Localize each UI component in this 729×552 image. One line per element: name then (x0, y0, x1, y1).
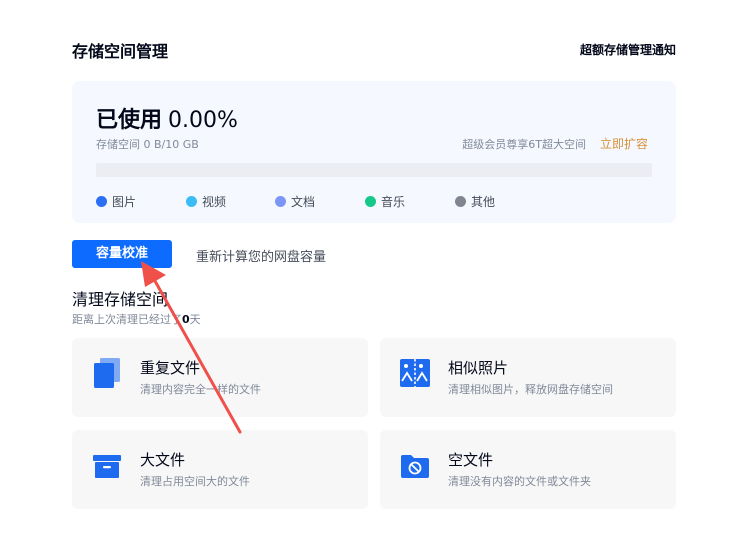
legend-label: 其他 (471, 195, 496, 209)
header: 存储空间管理 超额存储管理通知 (72, 38, 676, 61)
empty-folder-icon (401, 455, 429, 478)
legend-dot-videos (186, 196, 197, 207)
tool-desc: 清理内容完全一样的文件 (140, 383, 261, 396)
expand-storage-link[interactable]: 立即扩容 (600, 135, 648, 152)
legend-dot-other (455, 196, 466, 207)
similar-photos-icon (400, 359, 430, 387)
large-file-box-icon (93, 455, 121, 478)
calibrate-description: 重新计算您的网盘容量 (196, 250, 327, 265)
clean-section-subtitle: 距离上次清理已经过了0天 (72, 311, 201, 327)
empty-files-card[interactable]: 空文件 清理没有内容的文件或文件夹 (380, 430, 676, 509)
usage-title: 已使用 0.00% (96, 102, 238, 134)
tool-title: 空文件 (448, 451, 494, 469)
used-label: 已使用 (96, 108, 163, 133)
legend-item-videos: 视频 (186, 193, 226, 210)
legend-item-images: 图片 (96, 193, 136, 210)
tool-title: 大文件 (140, 451, 186, 469)
duplicate-files-icon (94, 358, 120, 388)
similar-photos-card[interactable]: 相似照片 清理相似图片，释放网盘存储空间 (380, 338, 676, 417)
used-percent: 0.00% (168, 108, 238, 133)
page-title: 存储空间管理 (72, 42, 169, 61)
capacity-calibrate-button[interactable]: 容量校准 (72, 240, 172, 268)
tool-desc: 清理占用空间大的文件 (140, 475, 250, 488)
legend-item-documents: 文档 (275, 193, 315, 210)
tool-title: 相似照片 (448, 359, 509, 377)
tool-desc: 清理没有内容的文件或文件夹 (448, 475, 591, 488)
legend-item-other: 其他 (455, 193, 495, 210)
legend-label: 视频 (202, 195, 227, 209)
legend-item-music: 音乐 (365, 193, 405, 210)
clean-section-title: 清理存储空间 (72, 290, 169, 309)
excess-storage-notice-link[interactable]: 超额存储管理通知 (580, 41, 676, 58)
legend-dot-music (365, 196, 376, 207)
days-since-clean: 0 (182, 313, 190, 326)
legend-label: 文档 (291, 195, 316, 209)
duplicate-files-card[interactable]: 重复文件 清理内容完全一样的文件 (72, 338, 368, 417)
usage-progress-bar (96, 163, 652, 177)
tool-desc: 清理相似图片，释放网盘存储空间 (448, 383, 613, 396)
vip-promo-text: 超级会员尊享6T超大空间 (462, 138, 586, 151)
tool-title: 重复文件 (140, 359, 201, 377)
usage-detail: 存储空间 0 B/10 GB (96, 138, 199, 151)
legend-label: 音乐 (381, 195, 406, 209)
legend-dot-images (96, 196, 107, 207)
clean-subtitle-suffix: 天 (189, 313, 201, 326)
large-files-card[interactable]: 大文件 清理占用空间大的文件 (72, 430, 368, 509)
storage-usage-card: 已使用 0.00% 存储空间 0 B/10 GB 超级会员尊享6T超大空间 立即扩… (72, 81, 676, 223)
clean-subtitle-prefix: 距离上次清理已经过了 (72, 313, 182, 326)
legend-label: 图片 (112, 195, 137, 209)
legend-dot-documents (275, 196, 286, 207)
usage-legend: 图片 视频 文档 音乐 其他 (96, 193, 652, 209)
